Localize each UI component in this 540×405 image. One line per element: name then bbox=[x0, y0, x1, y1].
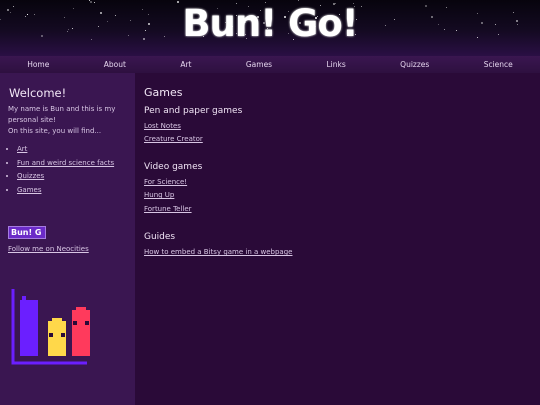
game-link-lost-notes[interactable]: Lost Notes bbox=[144, 122, 181, 130]
sidebar: Welcome! My name is Bun and this is my p… bbox=[0, 73, 135, 405]
art-cap-yellow bbox=[52, 318, 62, 321]
nav-links[interactable]: Links bbox=[327, 60, 346, 69]
site-logo[interactable]: Bun! Go! bbox=[0, 2, 540, 45]
main-content: Games Pen and paper games Lost Notes Cre… bbox=[135, 73, 540, 405]
nav-art[interactable]: Art bbox=[180, 60, 191, 69]
art-notch bbox=[49, 333, 53, 337]
list-item: Art bbox=[17, 143, 114, 157]
game-link-for-science[interactable]: For Science! bbox=[144, 178, 187, 186]
guide-link-bitsy-embed[interactable]: How to embed a Bitsy game in a webpage bbox=[144, 248, 292, 256]
sidebar-link-art[interactable]: Art bbox=[17, 145, 27, 153]
sidebar-link-games[interactable]: Games bbox=[17, 186, 42, 194]
list-item: Quizzes bbox=[17, 170, 114, 184]
bottle-bars-illustration bbox=[11, 289, 90, 365]
star-dot bbox=[298, 0, 299, 1]
section-heading-pen-paper: Pen and paper games bbox=[144, 106, 243, 116]
nav-games[interactable]: Games bbox=[246, 60, 272, 69]
art-bottle-red bbox=[72, 310, 90, 356]
game-link-hung-up[interactable]: Hung Up bbox=[144, 191, 174, 199]
star-dot bbox=[89, 0, 90, 1]
page-title: Games bbox=[144, 86, 183, 99]
art-notch bbox=[73, 321, 77, 325]
header-banner: Bun! Go! bbox=[0, 0, 540, 56]
sidebar-intro: My name is Bun and this is my personal s… bbox=[8, 104, 128, 137]
game-link-creature-creator[interactable]: Creature Creator bbox=[144, 135, 203, 143]
site-button-badge[interactable]: Bun! G bbox=[8, 226, 46, 239]
nav-science[interactable]: Science bbox=[484, 60, 513, 69]
main-nav: Home About Art Games Links Quizzes Scien… bbox=[0, 56, 540, 73]
list-item: Fun and weird science facts bbox=[17, 157, 114, 171]
follow-neocities-link[interactable]: Follow me on Neocities bbox=[8, 245, 89, 253]
art-cap-purple bbox=[22, 296, 26, 300]
list-item: Games bbox=[17, 184, 114, 198]
art-bottle-purple bbox=[20, 300, 38, 356]
art-notch bbox=[61, 333, 65, 337]
sidebar-link-science[interactable]: Fun and weird science facts bbox=[17, 159, 114, 167]
art-bottle-yellow bbox=[48, 321, 66, 356]
nav-home[interactable]: Home bbox=[27, 60, 49, 69]
nav-quizzes[interactable]: Quizzes bbox=[400, 60, 429, 69]
section-heading-video-games: Video games bbox=[144, 162, 203, 172]
art-notch bbox=[85, 321, 89, 325]
sidebar-heading: Welcome! bbox=[9, 86, 67, 100]
section-heading-guides: Guides bbox=[144, 232, 176, 242]
art-cap-red bbox=[76, 307, 86, 310]
intro-find-text: On this site, you will find... bbox=[8, 127, 102, 135]
sidebar-link-quizzes[interactable]: Quizzes bbox=[17, 172, 44, 180]
nav-about[interactable]: About bbox=[104, 60, 126, 69]
game-link-fortune-teller[interactable]: Fortune Teller bbox=[144, 205, 192, 213]
site-sections-list: Art Fun and weird science facts Quizzes … bbox=[8, 143, 114, 197]
intro-text: My name is Bun and this is my personal s… bbox=[8, 105, 116, 124]
